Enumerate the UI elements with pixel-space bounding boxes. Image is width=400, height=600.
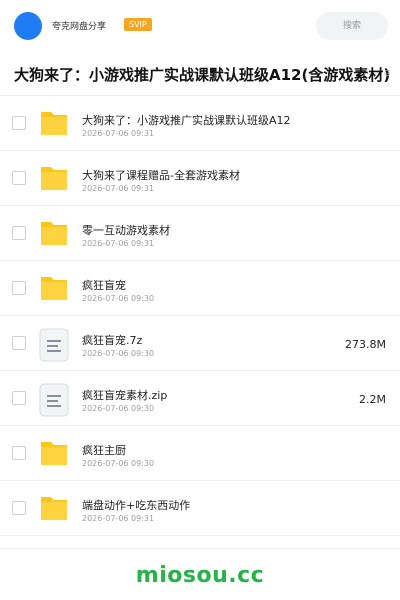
file-row[interactable]: 疯狂盲宠 2026-07-06 09:30 (0, 261, 400, 316)
svip-badge: SVIP (124, 18, 152, 31)
file-size: 273.8M (345, 338, 386, 351)
file-date: 2026-07-06 09:30 (82, 404, 155, 413)
folder-icon (39, 273, 69, 303)
file-row[interactable]: 疯狂盲宠.7z 2026-07-06 09:30 273.8M (0, 316, 400, 371)
folder-icon (39, 218, 69, 248)
search-button[interactable]: 搜索 (316, 12, 388, 40)
file-row[interactable]: 零一互动游戏素材 2026-07-06 09:31 (0, 206, 400, 261)
file-name[interactable]: 疯狂盲宠 (82, 277, 126, 293)
file-name[interactable]: 疯狂盲宠.7z (82, 332, 142, 348)
page-title: 大狗来了：小游戏推广实战课默认班级A12(含游戏素材) (14, 66, 391, 84)
file-name[interactable]: 大狗来了课程赠品-全套游戏素材 (82, 167, 240, 183)
file-name[interactable]: 大狗来了：小游戏推广实战课默认班级A12 (82, 112, 291, 128)
select-checkbox[interactable] (12, 336, 26, 350)
folder-icon (39, 438, 69, 468)
file-row[interactable]: 大狗来了课程赠品-全套游戏素材 2026-07-06 09:31 (0, 151, 400, 206)
title-overflow-glyph: G (384, 69, 391, 78)
file-name[interactable]: 零一互动游戏素材 (82, 222, 170, 238)
file-date: 2026-07-06 09:30 (82, 349, 155, 358)
file-row[interactable]: 疯狂主厨 2026-07-06 09:30 (0, 426, 400, 481)
archive-file-icon (39, 328, 69, 362)
file-date: 2026-07-06 09:30 (82, 459, 155, 468)
divider (0, 548, 400, 549)
top-bar: 夸克网盘分享 SVIP 搜索 (0, 0, 400, 52)
archive-file-icon (39, 383, 69, 417)
file-date: 2026-07-06 09:31 (82, 239, 155, 248)
file-date: 2026-07-06 09:31 (82, 514, 155, 523)
select-checkbox[interactable] (12, 391, 26, 405)
file-date: 2026-07-06 09:30 (82, 294, 155, 303)
file-name[interactable]: 端盘动作+吃东西动作 (82, 497, 190, 513)
file-row[interactable]: 端盘动作+吃东西动作 2026-07-06 09:31 (0, 481, 400, 536)
select-checkbox[interactable] (12, 281, 26, 295)
site-watermark: miosou.cc (135, 563, 265, 588)
select-checkbox[interactable] (12, 446, 26, 460)
file-name[interactable]: 疯狂盲宠素材.zip (82, 387, 167, 403)
file-size: 2.2M (359, 393, 386, 406)
select-checkbox[interactable] (12, 171, 26, 185)
share-owner-name: 夸克网盘分享 (52, 22, 107, 32)
file-row[interactable]: 大狗来了：小游戏推广实战课默认班级A12 2026-07-06 09:31 (0, 96, 400, 151)
file-date: 2026-07-06 09:31 (82, 129, 155, 138)
file-date: 2026-07-06 09:31 (82, 184, 155, 193)
select-checkbox[interactable] (12, 501, 26, 515)
file-name[interactable]: 疯狂主厨 (82, 442, 126, 458)
file-list: 大狗来了：小游戏推广实战课默认班级A12 2026-07-06 09:31 大狗来了… (0, 96, 400, 536)
select-checkbox[interactable] (12, 116, 26, 130)
select-checkbox[interactable] (12, 226, 26, 240)
folder-icon (39, 163, 69, 193)
file-row[interactable]: 疯狂盲宠素材.zip 2026-07-06 09:30 2.2M (0, 371, 400, 426)
user-avatar[interactable] (14, 12, 42, 40)
folder-icon (39, 493, 69, 523)
folder-icon (39, 108, 69, 138)
